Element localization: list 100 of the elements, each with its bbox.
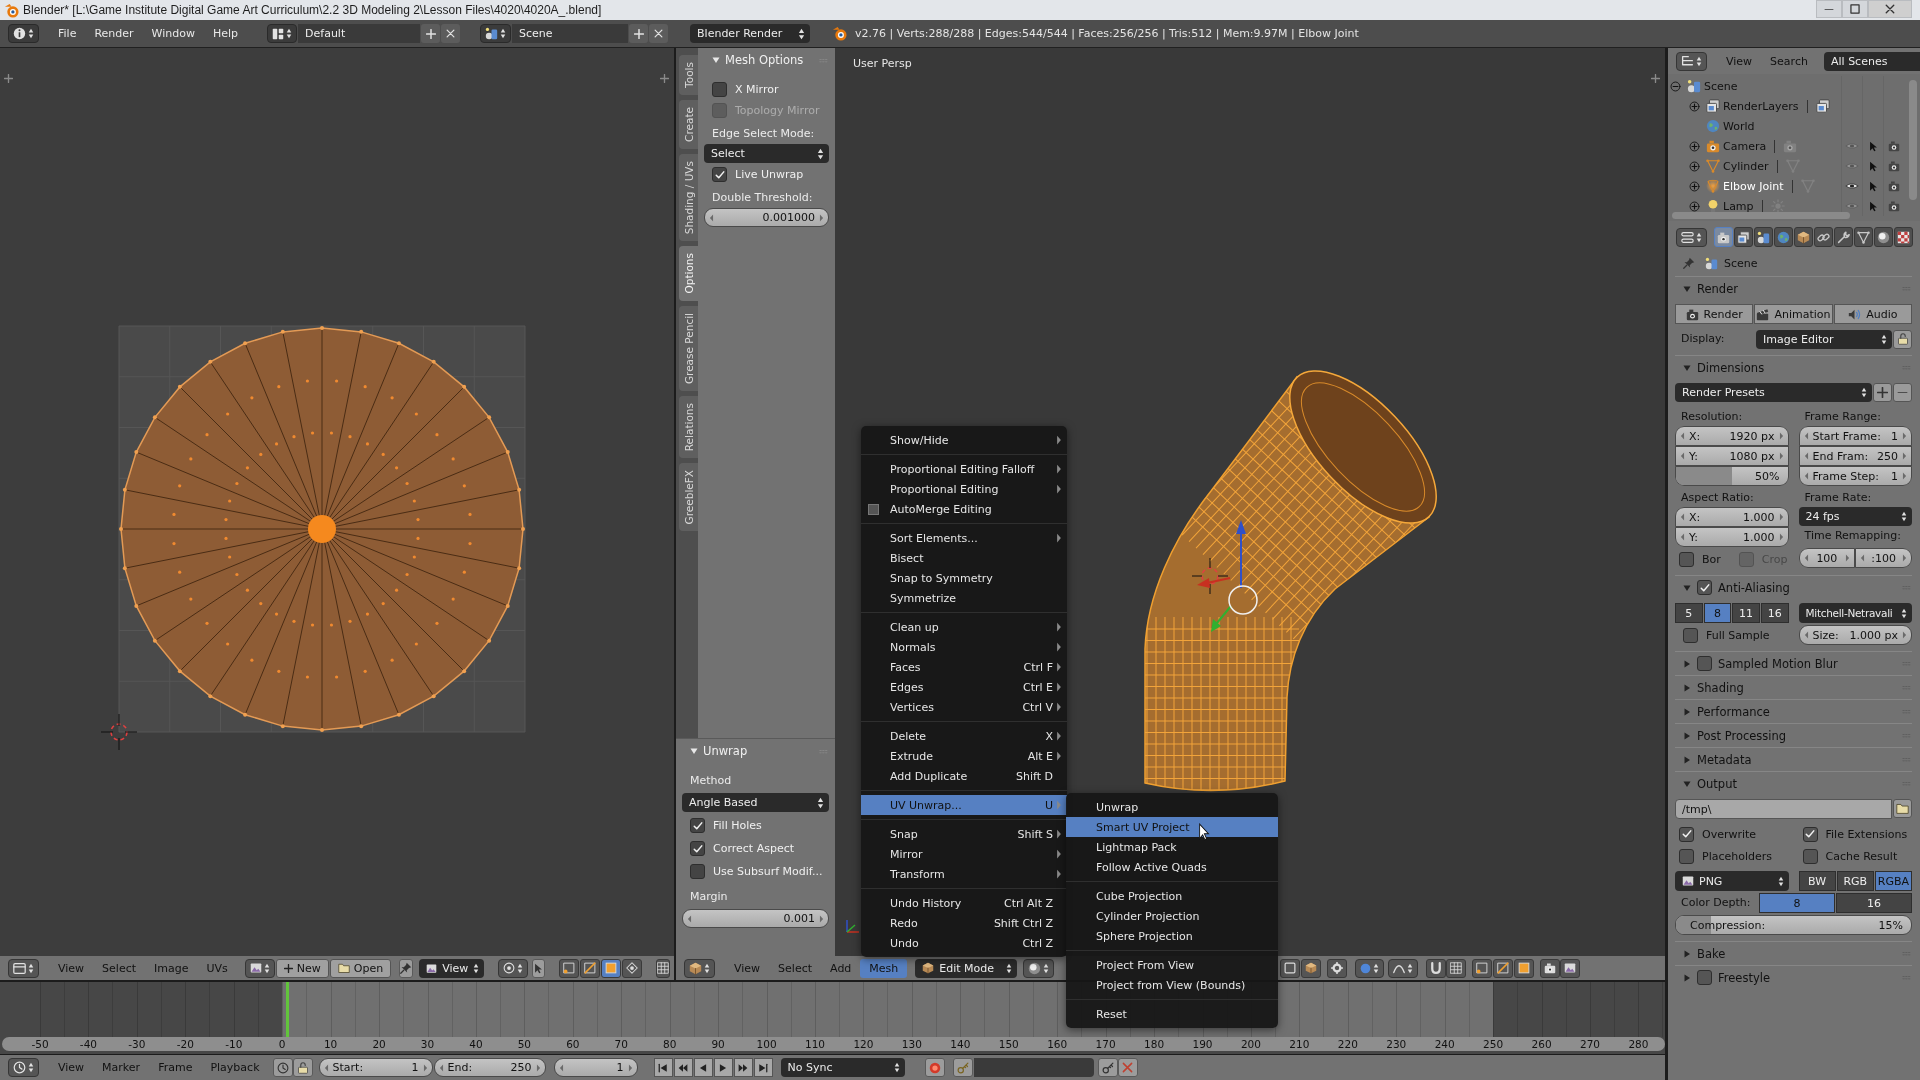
camera-icon[interactable] — [1888, 180, 1900, 192]
number-field[interactable]: Y: 1.000 — [1675, 527, 1789, 547]
menu-item[interactable]: Undo History Ctrl Alt Z — [861, 893, 1067, 913]
tree-item-label[interactable]: Lamp — [1723, 199, 1754, 213]
play-button[interactable] — [713, 1058, 733, 1077]
menu-button[interactable]: Window — [142, 24, 204, 43]
falloff-dropdown[interactable] — [1388, 958, 1419, 978]
toolbar-button[interactable] — [1301, 958, 1322, 978]
end-frame-field[interactable]: End: 250 — [433, 1058, 546, 1077]
next-keyframe-button[interactable] — [733, 1058, 753, 1077]
editor-type-button[interactable] — [8, 1058, 39, 1077]
number-field[interactable]: X: 1920 px — [1675, 426, 1789, 446]
tree-item-label[interactable]: RenderLayers — [1723, 99, 1799, 113]
menu-button[interactable]: File — [49, 24, 86, 43]
cursor-arrow-icon[interactable] — [1867, 200, 1879, 212]
panel-header[interactable]: Performance — [1675, 700, 1912, 723]
play-reverse-button[interactable] — [693, 1058, 713, 1077]
properties-tab[interactable] — [1734, 227, 1753, 247]
cursor-arrow-icon[interactable] — [1867, 180, 1879, 192]
number-field[interactable]: Start Frame: 1 — [1798, 426, 1912, 446]
toggle-box[interactable] — [868, 503, 879, 515]
menu-item[interactable]: Add Duplicate Shift D — [861, 766, 1067, 786]
scene-field[interactable]: Scene — [512, 24, 629, 43]
sample-count-button[interactable]: 11 — [1732, 603, 1760, 623]
tree-item-label[interactable]: World — [1723, 119, 1755, 133]
menu-button[interactable]: Help — [203, 24, 248, 43]
number-field[interactable]: Y: 1080 px — [1675, 446, 1789, 466]
menu-item[interactable]: Snap to Symmetry — [861, 568, 1067, 588]
panel-header[interactable]: Render — [1675, 277, 1912, 300]
sync-dropdown[interactable]: No Sync — [780, 1058, 905, 1077]
properties-tab[interactable] — [1754, 227, 1773, 247]
menu-item[interactable]: Faces Ctrl F — [861, 657, 1067, 677]
keying-set-button[interactable] — [952, 1058, 973, 1077]
cursor-arrow-icon[interactable] — [1867, 160, 1879, 172]
menu-button[interactable]: Marker — [93, 1058, 150, 1077]
menu-item[interactable]: Edges Ctrl E — [861, 677, 1067, 697]
menu-item[interactable]: Symmetrize — [861, 588, 1067, 608]
menu-button[interactable]: View — [49, 1058, 94, 1077]
delete-keyframe-button[interactable] — [1117, 1058, 1138, 1077]
checkbox[interactable] — [1679, 848, 1694, 864]
properties-tab[interactable] — [1894, 227, 1913, 247]
menu-item[interactable]: Normals — [861, 637, 1067, 657]
number-field[interactable]: 0.001 — [682, 909, 829, 929]
tool-shelf-tab[interactable]: Grease Pencil — [679, 305, 698, 391]
previous-keyframe-button[interactable] — [673, 1058, 693, 1077]
tool-shelf-tab[interactable]: Create — [679, 99, 698, 149]
start-frame-field[interactable]: Start: 1 — [318, 1058, 433, 1077]
menu-item[interactable]: Clean up — [861, 617, 1067, 637]
toolbar-button[interactable] — [1446, 958, 1467, 978]
checkbox[interactable] — [690, 864, 705, 880]
number-field[interactable]: Frame Step: 1 — [1798, 466, 1912, 486]
record-button[interactable] — [924, 1058, 945, 1077]
number-field[interactable]: :100 — [1855, 548, 1912, 568]
menu-button[interactable]: View — [1717, 51, 1762, 71]
tree-item-label[interactable]: Cylinder — [1723, 159, 1769, 173]
properties-tab[interactable] — [1774, 227, 1793, 247]
menu-item[interactable]: Reset — [1066, 1004, 1278, 1024]
compression-slider[interactable]: Compression: 15% — [1675, 915, 1912, 935]
menu-button[interactable]: Search — [1761, 51, 1817, 71]
sample-count-button[interactable]: 5 — [1675, 603, 1703, 623]
menu-button[interactable]: Select — [769, 958, 822, 978]
editor-type-button[interactable] — [8, 958, 39, 978]
panel-header[interactable]: Mesh Options — [704, 48, 829, 72]
menu-item[interactable]: AutoMerge Editing — [861, 499, 1067, 519]
add-button[interactable] — [421, 24, 441, 43]
panel-header[interactable]: Post Processing — [1675, 724, 1912, 747]
menu-item[interactable]: Lightmap Pack — [1066, 837, 1278, 857]
cursor-arrow-icon[interactable] — [1867, 140, 1879, 152]
panel-header[interactable]: Anti-Aliasing — [1675, 576, 1912, 599]
menu-item[interactable]: Unwrap — [1066, 797, 1278, 817]
camera-icon[interactable] — [1888, 140, 1900, 152]
toolbar-button[interactable] — [532, 958, 546, 978]
color-mode-button[interactable]: RGBA — [1874, 871, 1912, 891]
toolbar-button[interactable] — [1514, 958, 1535, 978]
dropdown[interactable]: Angle Based — [682, 793, 829, 813]
panel-header[interactable]: Shading — [1675, 676, 1912, 699]
display-mode-dropdown[interactable]: All Scenes — [1824, 51, 1920, 71]
screen-layout-browse-button[interactable] — [267, 24, 298, 43]
toolbar-button[interactable] — [1560, 958, 1581, 978]
menu-item[interactable]: Cube Projection — [1066, 886, 1278, 906]
tree-item-label[interactable]: Camera — [1723, 139, 1767, 153]
tool-shelf-tab[interactable]: Tools — [679, 55, 698, 95]
properties-tab[interactable] — [1794, 227, 1813, 247]
editor-type-button[interactable] — [8, 24, 39, 43]
number-field[interactable]: 0.001000 — [704, 208, 829, 227]
ring-handle[interactable] — [1228, 585, 1258, 615]
tree-item-label[interactable]: Elbow Joint — [1723, 179, 1784, 193]
menu-item[interactable]: Bisect — [861, 548, 1067, 568]
render-animation-button[interactable]: Animation — [1754, 304, 1833, 324]
render-audio-button[interactable]: Audio — [1833, 304, 1912, 324]
plus-circle-icon[interactable] — [1689, 140, 1700, 152]
up-arrow[interactable] — [1236, 520, 1246, 589]
menu-item[interactable]: Cylinder Projection — [1066, 906, 1278, 926]
menu-item[interactable]: Proportional Editing — [861, 479, 1067, 499]
menu-button[interactable]: Render — [85, 24, 143, 43]
plus-circle-icon[interactable] — [1689, 200, 1700, 212]
properties-tab[interactable] — [1854, 227, 1873, 247]
menu-item[interactable]: Extrude Alt E — [861, 746, 1067, 766]
render-still-button[interactable]: Render — [1675, 304, 1754, 324]
new-image-button[interactable]: New — [275, 958, 329, 978]
